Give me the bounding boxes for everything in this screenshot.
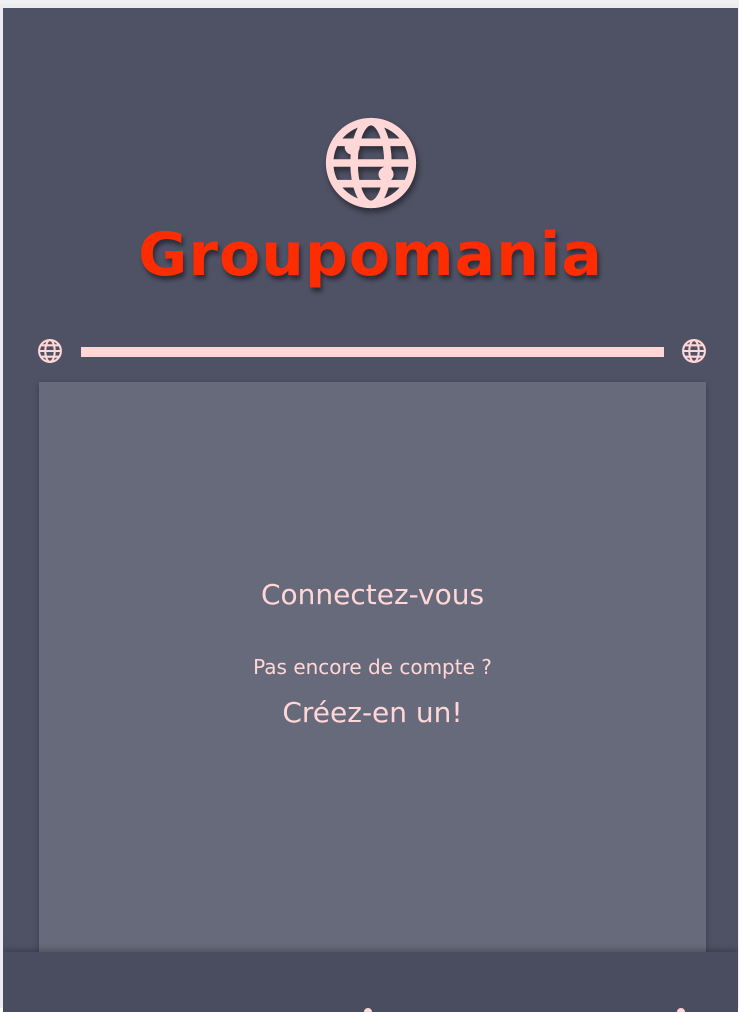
divider-line	[81, 347, 664, 357]
signup-link[interactable]: Créez-en un!	[39, 696, 706, 729]
login-link[interactable]: Connectez-vous	[39, 578, 706, 611]
auth-card: Connectez-vous Pas encore de compte ? Cr…	[39, 382, 706, 982]
app-container: Groupomania Connectez-vous Pas encore de…	[3, 8, 738, 1012]
brand-name: Groupomania	[138, 220, 603, 290]
logo	[3, 116, 738, 215]
footer-icon	[364, 1008, 372, 1012]
divider	[3, 336, 738, 366]
footer-icon	[677, 1008, 685, 1012]
globe-icon	[38, 339, 62, 363]
globe-icon	[682, 339, 706, 363]
globe-icon	[325, 117, 416, 209]
footer	[3, 952, 738, 1012]
browser-frame: Groupomania Connectez-vous Pas encore de…	[0, 0, 739, 1012]
no-account-text: Pas encore de compte ?	[253, 655, 492, 679]
